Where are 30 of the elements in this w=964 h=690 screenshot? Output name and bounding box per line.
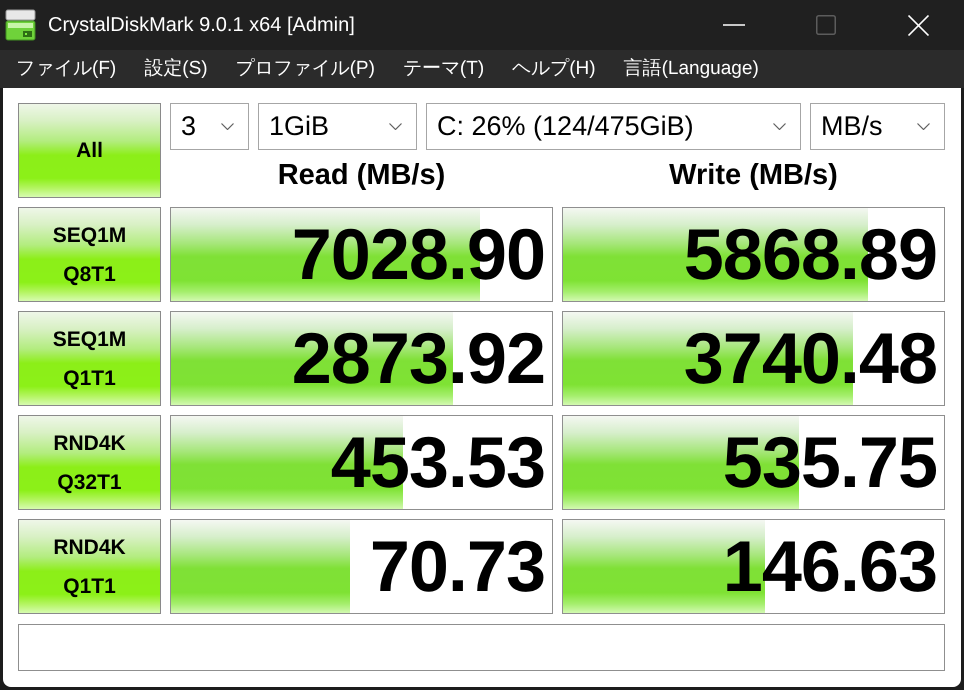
column-header: Read (MB/s) — [278, 158, 446, 192]
chevron-down-icon — [389, 123, 402, 130]
menu-item[interactable]: 設定(S) — [130, 53, 222, 85]
dropdown[interactable]: C: 26% (124/475GiB) — [426, 103, 801, 150]
chevron-down-icon — [773, 123, 786, 130]
score-value: 453.53 — [330, 426, 545, 498]
menu-item[interactable]: ファイル(F) — [2, 53, 130, 85]
comment-field[interactable] — [18, 624, 945, 671]
test-button[interactable]: SEQ1M Q8T1 — [18, 207, 161, 302]
dropdown[interactable]: 1GiB — [258, 103, 417, 150]
window-title: CrystalDiskMark 9.0.1 x64 [Admin] — [48, 14, 355, 36]
menu-item[interactable]: テーマ(T) — [388, 53, 498, 85]
dropdown[interactable]: 3 — [170, 103, 249, 150]
minimize-icon[interactable] — [723, 24, 745, 26]
score-value: 146.63 — [722, 530, 937, 602]
dropdown[interactable]: MB/s — [810, 103, 945, 150]
run-all-button[interactable]: All — [18, 103, 161, 198]
close-icon[interactable] — [908, 14, 928, 36]
disk-drive-icon — [5, 9, 36, 41]
menu-item[interactable]: 言語(Language) — [610, 53, 773, 85]
chevron-down-icon — [917, 123, 930, 130]
menu-item[interactable]: ヘルプ(H) — [498, 53, 610, 85]
test-button[interactable]: RND4K Q32T1 — [18, 415, 161, 510]
column-header: Write (MB/s) — [669, 158, 838, 192]
chevron-down-icon — [221, 123, 234, 130]
test-button[interactable]: RND4K Q1T1 — [18, 519, 161, 614]
test-button[interactable]: SEQ1M Q1T1 — [18, 311, 161, 406]
score-value: 70.73 — [370, 530, 545, 602]
score-value: 535.75 — [722, 426, 937, 498]
menu-item[interactable]: プロファイル(P) — [222, 53, 389, 85]
